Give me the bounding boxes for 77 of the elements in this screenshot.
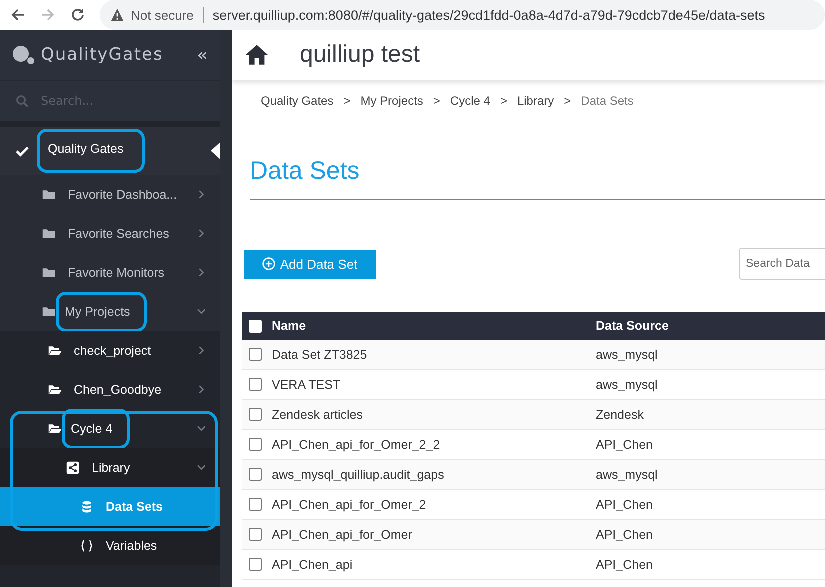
warning-icon [110, 8, 125, 22]
home-icon[interactable] [246, 44, 268, 66]
select-all-checkbox[interactable] [249, 320, 262, 332]
chevron-right-icon [197, 229, 206, 238]
sidebar-item[interactable]: My Projects [0, 292, 220, 331]
folder-icon [48, 382, 62, 396]
breadcrumb-separator: > [564, 94, 572, 108]
table-cell-text: aws_mysql [596, 348, 659, 362]
sidebar-item[interactable]: Variables [0, 526, 220, 565]
chevron-down-icon [197, 424, 206, 433]
table-cell-text: aws_mysql [596, 378, 659, 392]
table-cell-text: API_Chen_api_for_Omer_2 [272, 498, 428, 512]
sidebar-item[interactable]: Quality Gates [0, 127, 220, 175]
row-checkbox[interactable] [249, 498, 262, 511]
table-cell-text: API_Chen_api_for_Omer_2_2 [272, 438, 442, 452]
address-bar[interactable]: Not secure server.quilliup.com:8080/#/quality-gates/29cd1fdd-0a8a-4d7d-a79d-79cdcb7de45e/data-sets [100, 0, 825, 30]
sidebar-item[interactable]: Favorite Dashboa... [0, 175, 220, 214]
column-header: Name [272, 319, 308, 333]
check-icon [16, 146, 29, 156]
row-checkbox[interactable] [249, 348, 262, 361]
folder-icon [48, 422, 62, 436]
table-cell-text: aws_mysql_quilliup.audit_gaps [272, 468, 446, 482]
row-checkbox[interactable] [249, 468, 262, 481]
braces-icon [80, 538, 94, 552]
collapse-button[interactable]: « [196, 44, 208, 66]
row-checkbox[interactable] [249, 558, 262, 571]
url-text: server.quilliup.com:8080/#/quality-gates/29cd1fdd-0a8a-4d7d-a79d-79cdcb7de45e/data-sets [212, 8, 766, 22]
folder-icon [42, 188, 56, 202]
row-checkbox[interactable] [249, 408, 262, 421]
table-cell-text: API_Chen [596, 498, 654, 512]
chevron-right-icon [197, 385, 206, 394]
app-title: quilliup test [300, 41, 420, 69]
breadcrumb-link[interactable]: Cycle 4 [450, 94, 490, 108]
chevron-down-icon [197, 307, 206, 316]
pointer-icon [211, 142, 220, 160]
chevron-right-icon [197, 346, 206, 355]
chevron-right-icon [197, 190, 206, 199]
breadcrumb-link[interactable]: Quality Gates [261, 94, 334, 108]
breadcrumb-link[interactable]: My Projects [360, 94, 424, 108]
sidebar-item[interactable]: Library [0, 448, 220, 487]
logo-icon [12, 45, 36, 65]
breadcrumb-separator: > [433, 94, 440, 108]
search-icon [16, 94, 29, 108]
row-checkbox[interactable] [249, 528, 262, 541]
row-checkbox[interactable] [249, 378, 262, 391]
chevron-right-icon [197, 268, 206, 277]
breadcrumb-separator: > [500, 94, 508, 108]
row-checkbox[interactable] [249, 438, 262, 451]
back-icon[interactable] [10, 7, 26, 23]
chevron-down-icon [197, 463, 206, 472]
sidebar-item[interactable]: Favorite Searches [0, 214, 220, 253]
folder-icon [42, 304, 56, 318]
reload-icon[interactable] [70, 7, 86, 23]
breadcrumb-link[interactable]: Library [517, 94, 554, 108]
database-icon [80, 500, 94, 514]
folder-icon [42, 266, 56, 280]
table-cell-text: API_Chen [596, 438, 654, 452]
plus-circle-icon [262, 257, 276, 271]
table-cell-text: Zendesk articles [272, 408, 364, 422]
table-cell-text: aws_mysql [596, 468, 659, 482]
logo-text: QualityGates [41, 45, 164, 65]
table-cell-text: Data Set ZT3825 [272, 348, 368, 362]
column-header: Data Source [596, 319, 670, 333]
breadcrumb-current: Data Sets [581, 94, 634, 108]
breadcrumb-separator: > [344, 94, 351, 108]
folder-icon [42, 226, 56, 240]
folder-icon [48, 344, 62, 358]
page-title: Data Sets [250, 156, 361, 186]
sidebar-item[interactable]: Favorite Monitors [0, 253, 220, 292]
security-label: Not secure [131, 8, 194, 22]
table-cell-text: API_Chen [596, 528, 654, 542]
table-cell-text: VERA TEST [272, 378, 342, 392]
table-cell-text: API_Chen_api [272, 558, 354, 572]
table-cell-text: API_Chen_api_for_Omer [272, 528, 414, 542]
table-cell-text: Zendesk [596, 408, 645, 422]
share-icon [66, 460, 80, 474]
table-cell-text: API_Chen [596, 558, 654, 572]
